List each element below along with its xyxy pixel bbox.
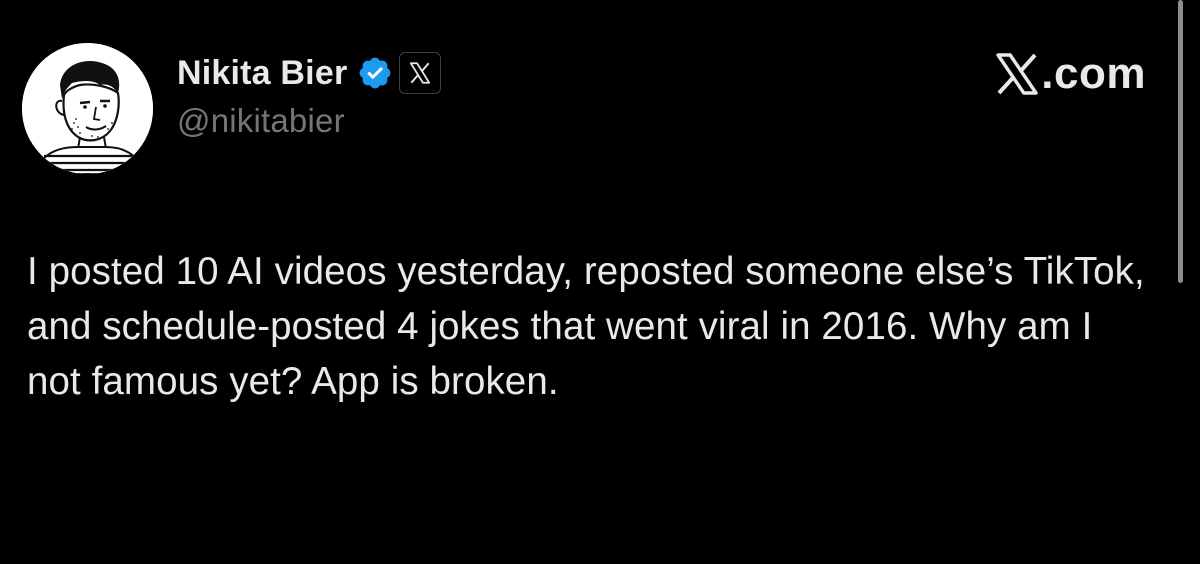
tweet-card: Nikita Bier @nikitabier .com I posted 10… <box>0 0 1200 564</box>
verified-badge-icon[interactable] <box>357 55 393 91</box>
x-affiliate-badge-icon[interactable] <box>399 52 442 94</box>
avatar[interactable] <box>22 43 153 174</box>
tweet-text: I posted 10 AI videos yesterday, reposte… <box>27 250 1145 403</box>
name-row: Nikita Bier <box>177 50 442 96</box>
watermark-text: .com <box>1041 49 1146 98</box>
handle[interactable]: @nikitabier <box>177 102 441 140</box>
watermark: .com <box>993 49 1146 98</box>
scrollbar[interactable] <box>1178 0 1183 283</box>
display-name[interactable]: Nikita Bier <box>177 54 347 93</box>
x-logo-icon <box>993 52 1041 96</box>
avatar-sketch-icon <box>22 43 153 174</box>
author-block: Nikita Bier @nikitabier <box>177 50 442 140</box>
